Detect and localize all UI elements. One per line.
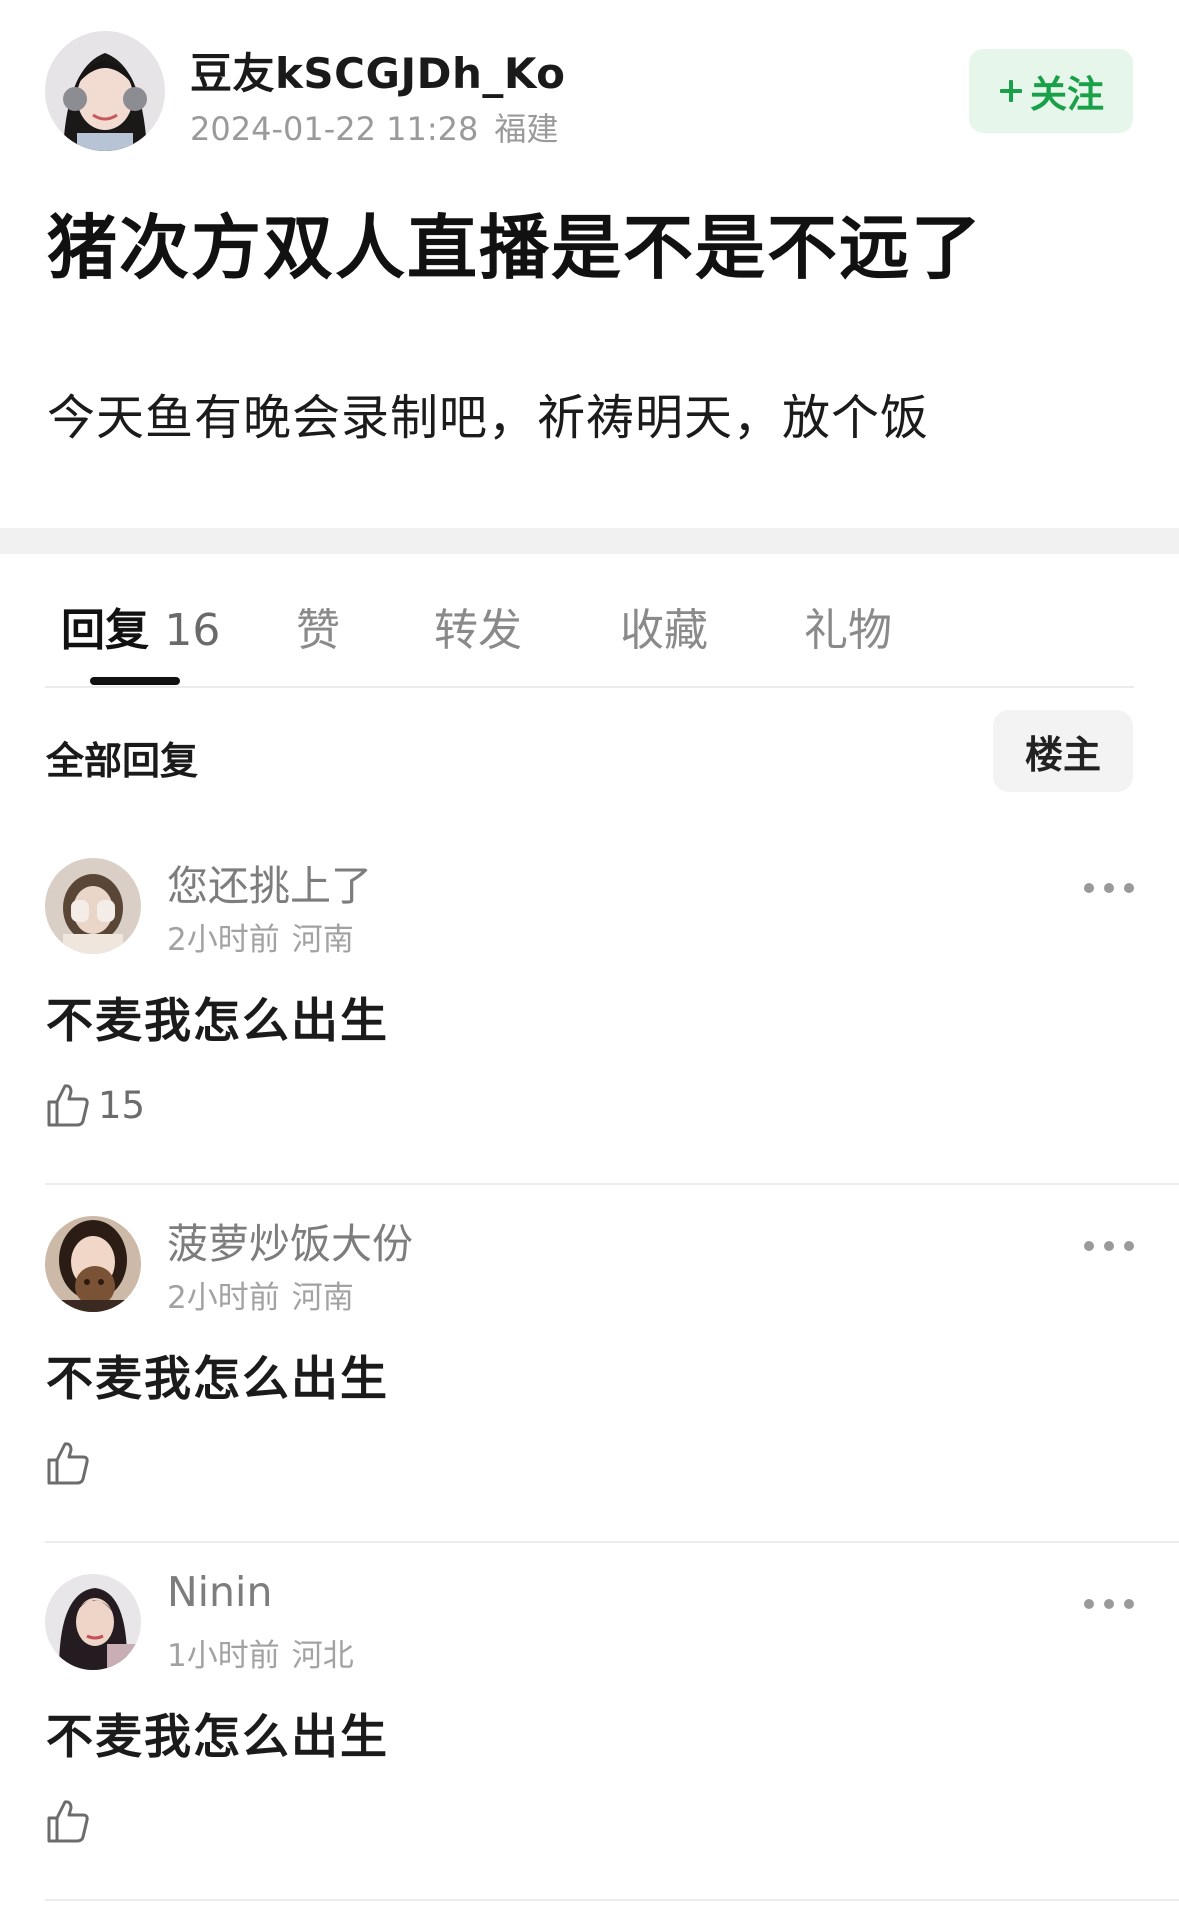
- commenter-name[interactable]: Ninin: [167, 1568, 272, 1616]
- more-dots-icon[interactable]: [1084, 1594, 1134, 1614]
- post-title: 猪次方双人直播是不是不远了: [47, 207, 983, 289]
- comment-text: 不麦我怎么出生: [46, 1352, 389, 1407]
- tab-favorites[interactable]: 收藏: [620, 594, 708, 658]
- follow-label: 关注: [1030, 73, 1104, 116]
- post-location: 福建: [494, 110, 559, 148]
- commenter-avatar[interactable]: [45, 1574, 141, 1670]
- comment-location: 河南: [291, 1280, 354, 1316]
- more-dots-icon[interactable]: [1084, 1236, 1134, 1256]
- like-button[interactable]: [46, 1796, 98, 1846]
- tab-replies[interactable]: 回复 16: [61, 594, 220, 658]
- post-body: 今天鱼有晚会录制吧，祈祷明天，放个饭: [47, 390, 930, 446]
- comment-time: 2小时前: [167, 1280, 280, 1316]
- author-avatar[interactable]: [45, 31, 165, 151]
- like-button[interactable]: [46, 1438, 98, 1488]
- all-replies-label: 全部回复: [46, 739, 199, 783]
- comment-meta: 1小时前 河北: [167, 1630, 354, 1675]
- tab-gifts[interactable]: 礼物: [804, 594, 892, 658]
- comment-meta: 2小时前 河南: [167, 914, 354, 959]
- comment-text: 不麦我怎么出生: [46, 1710, 389, 1765]
- more-dots-icon[interactable]: [1084, 878, 1134, 898]
- comment-meta: 2小时前 河南: [167, 1272, 354, 1317]
- section-divider: [0, 528, 1179, 554]
- like-count: 15: [98, 1083, 146, 1127]
- post-meta: 2024-01-22 11:28 福建: [190, 104, 558, 150]
- comment-time: 2小时前: [167, 922, 280, 958]
- tab-active-indicator: [90, 677, 180, 685]
- tab-replies-label: 回复: [61, 605, 149, 656]
- commenter-name[interactable]: 您还挑上了: [167, 852, 372, 912]
- plus-icon: [1000, 80, 1022, 102]
- post-date: 2024-01-22 11:28: [190, 110, 479, 148]
- comment-location: 河北: [291, 1638, 354, 1674]
- author-name[interactable]: 豆友kSCGJDh_Ko: [190, 40, 566, 101]
- comment-location: 河南: [291, 922, 354, 958]
- comment-time: 1小时前: [167, 1638, 280, 1674]
- tab-replies-count: 16: [164, 605, 221, 656]
- thumbs-up-icon: [47, 1442, 89, 1485]
- thumbs-up-icon: [47, 1084, 89, 1127]
- comment-divider: [45, 1183, 1179, 1185]
- op-only-filter-button[interactable]: 楼主: [993, 710, 1133, 792]
- commenter-avatar[interactable]: [45, 1216, 141, 1312]
- follow-button[interactable]: 关注: [969, 49, 1133, 133]
- comment-item: Ninin 1小时前 河北 不麦我怎么出生: [0, 1568, 1179, 1931]
- comment-divider: [45, 1541, 1179, 1543]
- comment-item: 菠萝炒饭大份 2小时前 河南 不麦我怎么出生: [0, 1216, 1179, 1573]
- like-button[interactable]: 15: [46, 1080, 145, 1130]
- comment-item: 您还挑上了 2小时前 河南 不麦我怎么出生 15: [0, 858, 1179, 1215]
- tab-reposts[interactable]: 转发: [434, 594, 522, 658]
- tabs-divider: [45, 686, 1134, 688]
- comment-divider: [45, 1899, 1179, 1901]
- tab-likes[interactable]: 赞: [296, 594, 340, 658]
- comment-text: 不麦我怎么出生: [46, 994, 389, 1049]
- commenter-avatar[interactable]: [45, 858, 141, 954]
- thumbs-up-icon: [47, 1800, 89, 1843]
- commenter-name[interactable]: 菠萝炒饭大份: [167, 1210, 413, 1270]
